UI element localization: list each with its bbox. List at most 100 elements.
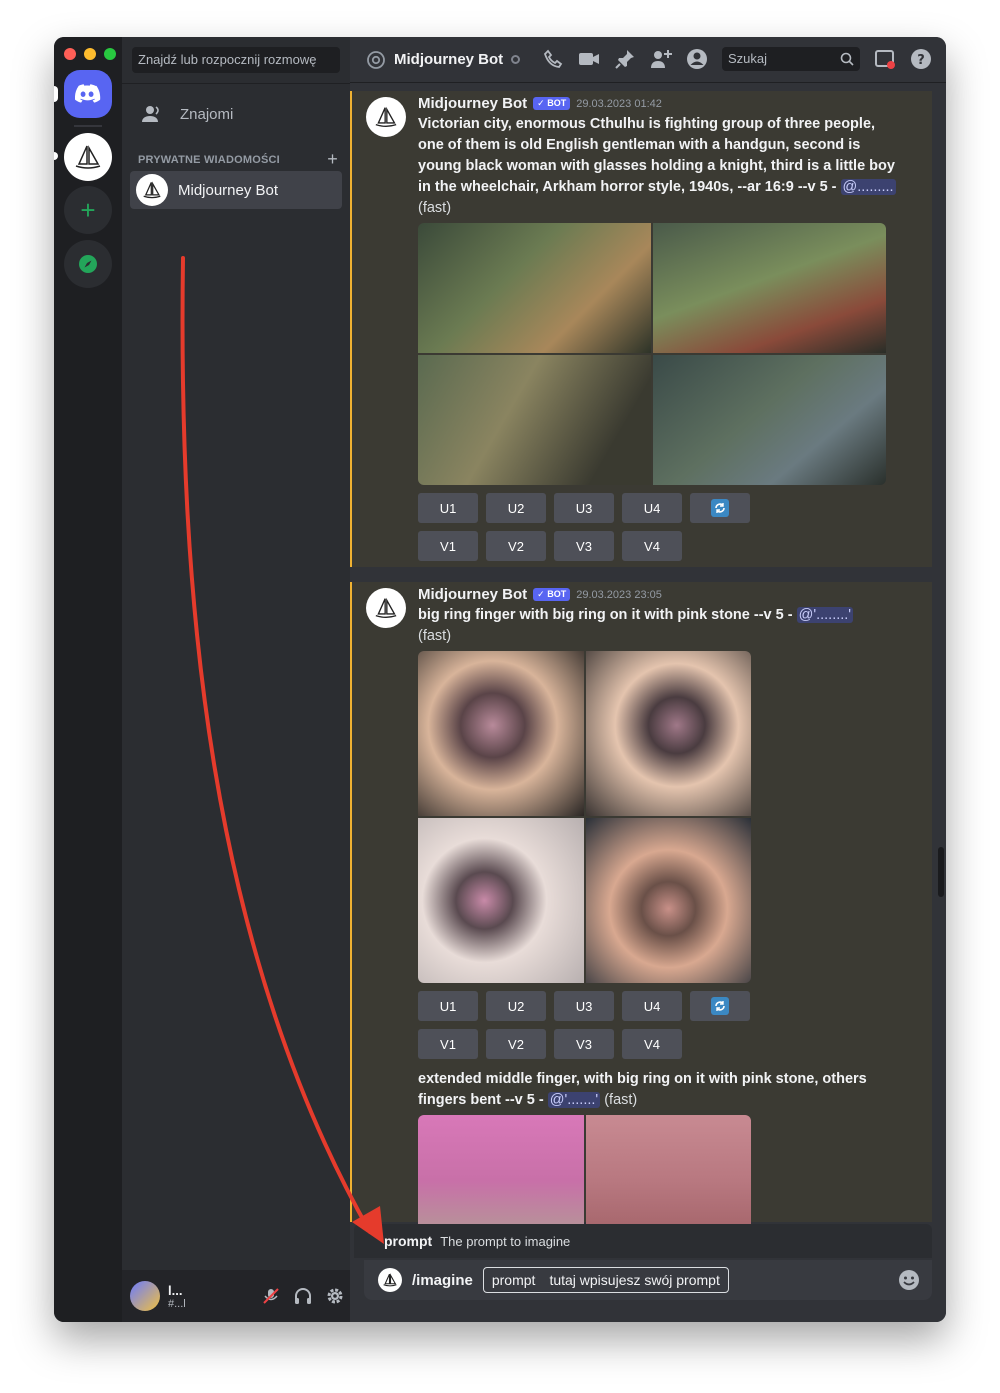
friends-nav-item[interactable]: Znajomi [142, 97, 233, 131]
sailboat-icon [375, 106, 397, 127]
speed-label: (fast) [418, 200, 452, 216]
friends-label: Znajomi [180, 105, 234, 123]
sailboat-icon [375, 597, 397, 618]
bot-badge: ✓ BOT [533, 97, 571, 110]
svg-text:?: ? [917, 53, 925, 68]
v1-button[interactable]: V1 [418, 1029, 478, 1059]
window-controls [64, 48, 116, 60]
grid-image-2[interactable] [585, 1115, 751, 1225]
prompt-text: big ring finger with big ring on it with… [418, 607, 793, 623]
explore-servers-button[interactable] [64, 240, 112, 288]
divider [122, 83, 350, 84]
grid-image-3[interactable] [418, 818, 584, 983]
u3-button[interactable]: U3 [554, 991, 614, 1021]
upscale-row: U1 U2 U3 U4 [418, 493, 902, 523]
dm-header-label: PRYWATNE WIADOMOŚCI [138, 153, 280, 166]
v4-button[interactable]: V4 [622, 1029, 682, 1059]
message-body: Midjourney Bot ✓ BOT 29.03.2023 23:05 bi… [418, 586, 902, 1225]
microphone-muted-icon[interactable] [262, 1287, 280, 1305]
voice-call-icon[interactable] [542, 48, 564, 70]
inbox-icon[interactable] [874, 48, 896, 70]
add-friend-icon[interactable] [650, 48, 672, 70]
user-avatar[interactable] [130, 1281, 160, 1311]
gear-icon[interactable] [326, 1287, 344, 1305]
create-dm-plus-icon[interactable]: + [327, 149, 338, 170]
reroll-button[interactable] [690, 493, 750, 523]
add-server-button[interactable]: + [64, 186, 112, 234]
close-window-button[interactable] [64, 48, 76, 60]
grid-image-1[interactable] [418, 223, 651, 353]
u4-button[interactable]: U4 [622, 991, 682, 1021]
discord-window: + Znajdź lub rozpocznij rozmowę Znajomi … [54, 37, 946, 1322]
u4-button[interactable]: U4 [622, 493, 682, 523]
bot-badge: ✓ BOT [533, 588, 571, 601]
sailboat-icon [383, 1273, 397, 1287]
grid-image-4[interactable] [653, 355, 886, 485]
avatar[interactable] [366, 588, 406, 628]
v3-button[interactable]: V3 [554, 531, 614, 561]
maximize-window-button[interactable] [104, 48, 116, 60]
scrollbar[interactable] [938, 847, 944, 897]
chat-search-input[interactable]: Szukaj [722, 47, 860, 71]
headphones-icon[interactable] [294, 1287, 312, 1305]
minimize-window-button[interactable] [84, 48, 96, 60]
speed-label: (fast) [604, 1092, 638, 1108]
image-grid[interactable] [418, 651, 751, 983]
image-grid[interactable] [418, 1115, 751, 1225]
v3-button[interactable]: V3 [554, 1029, 614, 1059]
author-name[interactable]: Midjourney Bot [418, 586, 527, 603]
grid-image-4[interactable] [585, 818, 751, 983]
grid-image-2[interactable] [585, 651, 751, 816]
author-name[interactable]: Midjourney Bot [418, 95, 527, 112]
upscale-row: U1 U2 U3 U4 [418, 991, 902, 1021]
message-meta: Midjourney Bot ✓ BOT 29.03.2023 23:05 [418, 586, 902, 603]
video-call-icon[interactable] [578, 48, 600, 70]
dm-item-midjourney-bot[interactable]: Midjourney Bot [130, 171, 342, 209]
prompt-text: Victorian city, enormous Cthulhu is figh… [418, 116, 895, 195]
midjourney-server-button[interactable] [64, 133, 112, 181]
v1-button[interactable]: V1 [418, 531, 478, 561]
u3-button[interactable]: U3 [554, 493, 614, 523]
u2-button[interactable]: U2 [486, 991, 546, 1021]
grid-image-2[interactable] [653, 223, 886, 353]
sailboat-icon [75, 145, 101, 169]
prompt-argument-input[interactable]: prompt tutaj wpisujesz swój prompt [482, 1267, 729, 1293]
avatar[interactable] [366, 97, 406, 137]
v2-button[interactable]: V2 [486, 1029, 546, 1059]
pin-icon[interactable] [614, 48, 636, 70]
emoji-icon[interactable] [898, 1269, 920, 1291]
user-meta: l... #...l [168, 1283, 248, 1310]
home-active-pill [54, 86, 58, 102]
user-tag: #...l [168, 1297, 186, 1310]
hint-option-description: The prompt to imagine [440, 1233, 571, 1249]
home-button[interactable] [64, 70, 112, 118]
dm-item-label: Midjourney Bot [178, 181, 279, 199]
message-composer[interactable]: /imagine prompt tutaj wpisujesz swój pro… [364, 1260, 932, 1300]
u1-button[interactable]: U1 [418, 493, 478, 523]
message-text: Victorian city, enormous Cthulhu is figh… [418, 114, 902, 219]
plus-icon: + [80, 194, 96, 225]
user-mention[interactable]: @......... [840, 179, 896, 195]
server-rail: + [54, 37, 122, 1322]
user-mention[interactable]: @'.......' [547, 1092, 601, 1108]
dm-search-input[interactable]: Znajdź lub rozpocznij rozmowę [132, 47, 340, 73]
v4-button[interactable]: V4 [622, 531, 682, 561]
user-mention[interactable]: @'........' [796, 607, 854, 623]
unread-pill [54, 152, 58, 160]
grid-image-1[interactable] [418, 651, 584, 816]
u1-button[interactable]: U1 [418, 991, 478, 1021]
u2-button[interactable]: U2 [486, 493, 546, 523]
image-grid[interactable] [418, 223, 886, 485]
refresh-icon [711, 499, 729, 517]
prompt-text: extended middle finger, with big ring on… [418, 1071, 867, 1108]
chat-title: Midjourney Bot [394, 51, 504, 68]
v2-button[interactable]: V2 [486, 531, 546, 561]
help-icon[interactable]: ? [910, 48, 932, 70]
search-icon [840, 52, 854, 66]
grid-image-3[interactable] [418, 355, 651, 485]
message-body: Midjourney Bot ✓ BOT 29.03.2023 01:42 Vi… [418, 95, 902, 561]
grid-image-1[interactable] [418, 1115, 584, 1225]
reroll-button[interactable] [690, 991, 750, 1021]
command-option-hint[interactable]: prompt The prompt to imagine [354, 1224, 932, 1258]
user-profile-icon[interactable] [686, 48, 708, 70]
